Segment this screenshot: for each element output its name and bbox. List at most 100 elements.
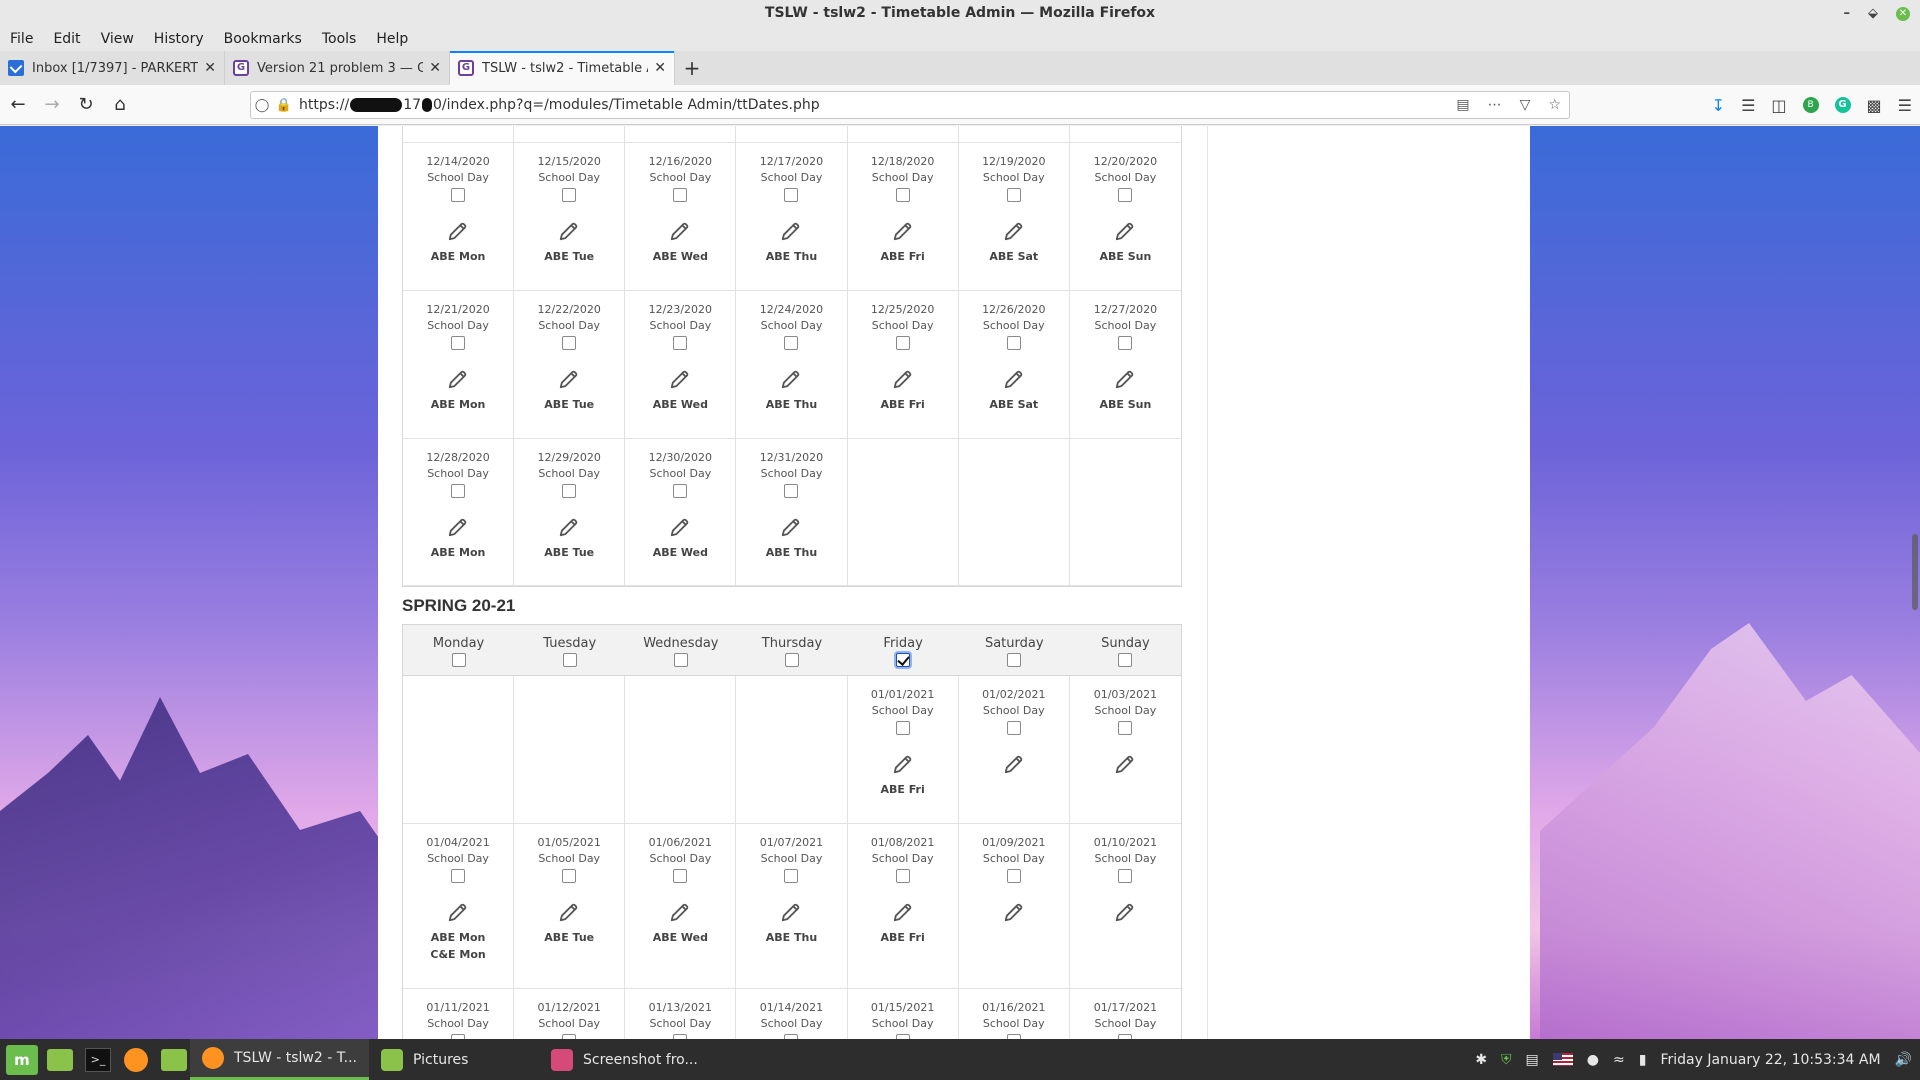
edit-pencil-icon[interactable] (892, 368, 914, 390)
terminal-icon[interactable]: >_ (82, 1045, 114, 1075)
edit-pencil-icon[interactable] (558, 901, 580, 923)
back-button[interactable]: ← (2, 89, 34, 121)
sidebar-icon[interactable]: ◫ (1771, 96, 1786, 115)
clock[interactable]: Friday January 22, 10:53:34 AM (1660, 1052, 1880, 1068)
edit-pencil-icon[interactable] (447, 220, 469, 242)
day-checkbox[interactable] (451, 336, 466, 350)
tab-close-icon[interactable]: ✕ (429, 60, 441, 76)
day-checkbox[interactable] (1118, 721, 1133, 735)
tab-close-icon[interactable]: ✕ (204, 60, 216, 76)
day-checkbox[interactable] (1006, 188, 1021, 202)
day-checkbox[interactable] (1118, 869, 1133, 883)
edit-pencil-icon[interactable] (558, 368, 580, 390)
menu-file[interactable]: File (10, 31, 33, 47)
edit-pencil-icon[interactable] (447, 368, 469, 390)
edit-pencil-icon[interactable] (892, 220, 914, 242)
day-checkbox[interactable] (673, 336, 688, 350)
menu-history[interactable]: History (154, 31, 204, 47)
day-checkbox[interactable] (673, 869, 688, 883)
edit-pencil-icon[interactable] (780, 368, 802, 390)
day-checkbox[interactable] (895, 336, 910, 350)
home-button[interactable]: ⌂ (104, 89, 136, 121)
edit-pencil-icon[interactable] (892, 901, 914, 923)
close-window-icon[interactable]: ✕ (1896, 6, 1910, 21)
menu-edit[interactable]: Edit (53, 31, 80, 47)
day-checkbox[interactable] (562, 188, 577, 202)
edit-pencil-icon[interactable] (780, 220, 802, 242)
day-checkbox[interactable] (1006, 869, 1021, 883)
taskbar-window-firefox[interactable]: TSLW - tslw2 - T... (190, 1039, 369, 1080)
day-checkbox[interactable] (895, 188, 910, 202)
tab-close-icon[interactable]: ✕ (654, 60, 666, 76)
menu-view[interactable]: View (101, 31, 134, 47)
edit-pencil-icon[interactable] (1003, 753, 1025, 775)
grammarly-icon[interactable]: G (1834, 97, 1851, 113)
minimize-icon[interactable]: – (1844, 0, 1851, 27)
taskbar-window-screenshot[interactable]: Screenshot fro... (539, 1039, 710, 1080)
reload-button[interactable]: ↻ (70, 89, 102, 121)
edit-pencil-icon[interactable] (1114, 753, 1136, 775)
wifi-icon[interactable]: ≈ (1613, 1052, 1625, 1068)
edit-pencil-icon[interactable] (447, 901, 469, 923)
menu-bookmarks[interactable]: Bookmarks (224, 31, 302, 47)
edit-pencil-icon[interactable] (1003, 220, 1025, 242)
firefox-icon[interactable] (120, 1045, 152, 1075)
edit-pencil-icon[interactable] (1114, 901, 1136, 923)
day-checkbox[interactable] (784, 484, 799, 498)
day-checkbox[interactable] (784, 336, 799, 350)
weekday-select-all-checkbox[interactable] (1007, 653, 1022, 667)
maximize-icon[interactable]: ⬙ (1868, 0, 1878, 27)
day-checkbox[interactable] (1118, 188, 1133, 202)
shield-icon[interactable]: ◯ (251, 98, 273, 113)
volume-icon[interactable]: 🔊 (1895, 1052, 1912, 1068)
edit-pencil-icon[interactable] (558, 516, 580, 538)
edit-pencil-icon[interactable] (669, 516, 691, 538)
day-checkbox[interactable] (673, 484, 688, 498)
hamburger-menu-icon[interactable]: ☰ (1898, 96, 1912, 115)
edit-pencil-icon[interactable] (1003, 368, 1025, 390)
day-checkbox[interactable] (562, 336, 577, 350)
page-scrollbar[interactable] (1908, 126, 1920, 1039)
weekday-select-all-checkbox[interactable] (562, 653, 577, 667)
weekday-select-all-checkbox[interactable] (784, 653, 799, 667)
reader-view-icon[interactable]: ▤ (1456, 97, 1469, 113)
files-icon[interactable] (158, 1045, 190, 1075)
edit-pencil-icon[interactable] (669, 368, 691, 390)
day-checkbox[interactable] (1006, 336, 1021, 350)
weekday-select-all-checkbox[interactable] (1118, 653, 1133, 667)
mint-menu-icon[interactable]: m (6, 1044, 38, 1075)
new-tab-button[interactable]: + (675, 51, 709, 85)
edit-pencil-icon[interactable] (447, 516, 469, 538)
clipboard-icon[interactable]: ▤ (1526, 1052, 1539, 1068)
security-shield-icon[interactable]: ⛨ (1501, 1052, 1512, 1068)
show-desktop-icon[interactable] (44, 1045, 76, 1075)
forward-button[interactable]: → (36, 89, 68, 121)
pocket-icon[interactable]: ▽ (1520, 97, 1531, 113)
weekday-select-all-checkbox[interactable] (896, 653, 911, 667)
day-checkbox[interactable] (784, 869, 799, 883)
url-bar[interactable]: ◯ 🔒 https://17 0/index.php?q=/modules/Tim… (250, 91, 1570, 119)
edit-pencil-icon[interactable] (780, 516, 802, 538)
weekday-select-all-checkbox[interactable] (673, 653, 688, 667)
menu-tools[interactable]: Tools (322, 31, 357, 47)
taskbar-window-pictures[interactable]: Pictures (369, 1039, 539, 1080)
weekday-select-all-checkbox[interactable] (451, 653, 466, 667)
day-checkbox[interactable] (673, 188, 688, 202)
downloads-icon[interactable]: ↧ (1712, 96, 1725, 115)
day-checkbox[interactable] (451, 869, 466, 883)
extension-icon[interactable]: B (1802, 97, 1819, 113)
menu-help[interactable]: Help (376, 31, 408, 47)
edit-pencil-icon[interactable] (1003, 901, 1025, 923)
edit-pencil-icon[interactable] (669, 220, 691, 242)
extensions-puzzle-icon[interactable]: ▩ (1867, 96, 1882, 115)
day-checkbox[interactable] (562, 869, 577, 883)
tab-inbox[interactable]: Inbox [1/7397] - PARKERTE ✕ (0, 51, 225, 85)
edit-pencil-icon[interactable] (1114, 220, 1136, 242)
edit-pencil-icon[interactable] (780, 901, 802, 923)
library-icon[interactable]: ☰ (1741, 96, 1755, 115)
edit-pencil-icon[interactable] (1114, 368, 1136, 390)
day-checkbox[interactable] (895, 721, 910, 735)
day-checkbox[interactable] (562, 484, 577, 498)
day-checkbox[interactable] (451, 484, 466, 498)
battery-icon[interactable]: ▮ (1639, 1052, 1647, 1068)
